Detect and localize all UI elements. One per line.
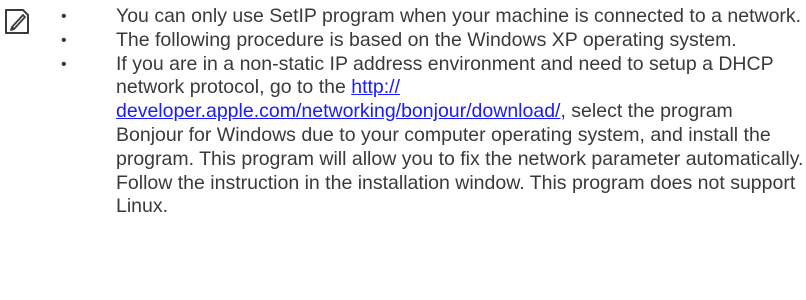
note-item-text: If you are in a non-static IP address en… <box>116 53 804 220</box>
note-item-text-before-link: If you are in a non-static IP address en… <box>116 52 774 99</box>
note-item-windows-xp: • The following procedure is based on th… <box>61 28 804 53</box>
note-item-network: • You can only use SetIP program when yo… <box>61 5 804 29</box>
note-pencil-icon <box>5 9 29 34</box>
note-bullet-list: • You can only use SetIP program when yo… <box>61 5 804 220</box>
bullet-icon: • <box>61 55 67 73</box>
note-item-text: You can only use SetIP program when your… <box>116 5 802 27</box>
bullet-icon: • <box>61 8 67 25</box>
note-item-text: The following procedure is based on the … <box>116 28 737 51</box>
note-item-dhcp-bonjour: • If you are in a non-static IP address … <box>61 53 804 220</box>
bullet-icon: • <box>61 31 67 49</box>
